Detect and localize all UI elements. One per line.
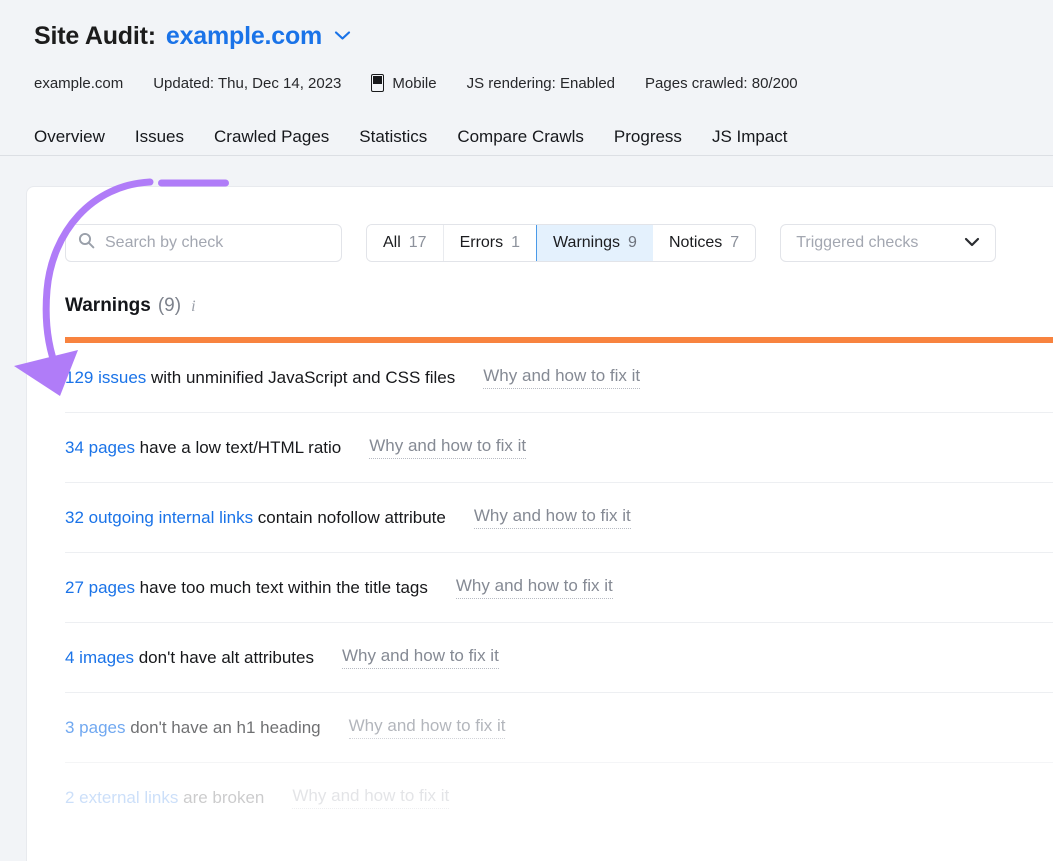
search-by-check-box[interactable] xyxy=(65,224,342,262)
filter-errors[interactable]: Errors 1 xyxy=(444,225,537,261)
issue-description: 129 issues with unminified JavaScript an… xyxy=(65,368,455,388)
tab-issues[interactable]: Issues xyxy=(135,127,184,155)
issue-rest: are broken xyxy=(178,788,264,807)
issue-count-link[interactable]: 34 pages xyxy=(65,438,135,457)
site-audit-page: Site Audit: example.com example.com Upda… xyxy=(0,0,1053,861)
chevron-down-icon xyxy=(964,234,980,252)
filter-all-count: 17 xyxy=(409,234,427,252)
tab-progress[interactable]: Progress xyxy=(614,127,682,155)
meta-updated: Updated: Thu, Dec 14, 2023 xyxy=(153,75,341,92)
tab-compare-crawls[interactable]: Compare Crawls xyxy=(457,127,584,155)
issue-rest: don't have an h1 heading xyxy=(126,718,321,737)
why-and-how-to-fix-it-link[interactable]: Why and how to fix it xyxy=(342,646,499,669)
section-count: (9) xyxy=(158,295,181,317)
search-icon xyxy=(78,232,95,254)
triggered-checks-label: Triggered checks xyxy=(796,234,918,252)
main-tabs: Overview Issues Crawled Pages Statistics… xyxy=(0,121,1053,156)
table-row[interactable]: 32 outgoing internal links contain nofol… xyxy=(65,483,1053,553)
table-row[interactable]: 4 images don't have alt attributes Why a… xyxy=(65,623,1053,693)
page-title-label: Site Audit: xyxy=(34,22,156,51)
why-and-how-to-fix-it-link[interactable]: Why and how to fix it xyxy=(292,786,449,809)
issue-count-link[interactable]: 27 pages xyxy=(65,578,135,597)
tab-crawled-pages[interactable]: Crawled Pages xyxy=(214,127,329,155)
filter-errors-label: Errors xyxy=(460,234,504,252)
page-title: Site Audit: example.com xyxy=(34,22,1053,58)
section-title: Warnings xyxy=(65,295,151,317)
issues-list: 129 issues with unminified JavaScript an… xyxy=(65,343,1053,833)
table-row[interactable]: 2 external links are broken Why and how … xyxy=(65,763,1053,833)
meta-device: Mobile xyxy=(371,74,436,92)
triggered-checks-dropdown[interactable]: Triggered checks xyxy=(780,224,996,262)
issue-rest: have a low text/HTML ratio xyxy=(135,438,341,457)
filter-warnings[interactable]: Warnings 9 xyxy=(536,224,654,262)
issue-description: 2 external links are broken xyxy=(65,788,264,808)
issue-description: 27 pages have too much text within the t… xyxy=(65,578,428,598)
search-input[interactable] xyxy=(105,234,329,252)
page-header: Site Audit: example.com example.com Upda… xyxy=(0,0,1053,92)
issue-count-link[interactable]: 2 external links xyxy=(65,788,178,807)
filter-warnings-label: Warnings xyxy=(553,234,620,252)
why-and-how-to-fix-it-link[interactable]: Why and how to fix it xyxy=(349,716,506,739)
filter-notices[interactable]: Notices 7 xyxy=(653,225,755,261)
issue-count-link[interactable]: 4 images xyxy=(65,648,134,667)
why-and-how-to-fix-it-link[interactable]: Why and how to fix it xyxy=(369,436,526,459)
issue-count-link[interactable]: 3 pages xyxy=(65,718,126,737)
issue-description: 34 pages have a low text/HTML ratio xyxy=(65,438,341,458)
mobile-device-icon xyxy=(371,74,384,92)
issue-count-link[interactable]: 129 issues xyxy=(65,368,146,387)
issues-toolbar: All 17 Errors 1 Warnings 9 Notices 7 Tri… xyxy=(27,187,1053,262)
table-row[interactable]: 129 issues with unminified JavaScript an… xyxy=(65,343,1053,413)
info-icon[interactable]: i xyxy=(191,298,195,316)
issue-rest: don't have alt attributes xyxy=(134,648,314,667)
meta-device-label: Mobile xyxy=(392,75,436,92)
tab-statistics[interactable]: Statistics xyxy=(359,127,427,155)
issue-rest: have too much text within the title tags xyxy=(135,578,428,597)
tab-js-impact[interactable]: JS Impact xyxy=(712,127,788,155)
filter-all-label: All xyxy=(383,234,401,252)
filter-warnings-count: 9 xyxy=(628,234,637,252)
issue-rest: contain nofollow attribute xyxy=(253,508,446,527)
why-and-how-to-fix-it-link[interactable]: Why and how to fix it xyxy=(456,576,613,599)
issue-count-link[interactable]: 32 outgoing internal links xyxy=(65,508,253,527)
filter-errors-count: 1 xyxy=(511,234,520,252)
table-row[interactable]: 3 pages don't have an h1 heading Why and… xyxy=(65,693,1053,763)
chevron-down-icon[interactable] xyxy=(334,28,351,46)
section-heading: Warnings (9) i xyxy=(27,295,1053,317)
issue-description: 4 images don't have alt attributes xyxy=(65,648,314,668)
tab-overview[interactable]: Overview xyxy=(34,127,105,155)
project-domain-link[interactable]: example.com xyxy=(166,22,322,51)
issue-rest: with unminified JavaScript and CSS files xyxy=(146,368,455,387)
meta-js-rendering: JS rendering: Enabled xyxy=(467,75,615,92)
why-and-how-to-fix-it-link[interactable]: Why and how to fix it xyxy=(474,506,631,529)
table-row[interactable]: 34 pages have a low text/HTML ratio Why … xyxy=(65,413,1053,483)
issue-description: 3 pages don't have an h1 heading xyxy=(65,718,321,738)
table-row[interactable]: 27 pages have too much text within the t… xyxy=(65,553,1053,623)
filter-notices-count: 7 xyxy=(730,234,739,252)
filter-all[interactable]: All 17 xyxy=(367,225,444,261)
meta-site: example.com xyxy=(34,75,123,92)
project-meta: example.com Updated: Thu, Dec 14, 2023 M… xyxy=(34,74,1053,92)
issues-panel: All 17 Errors 1 Warnings 9 Notices 7 Tri… xyxy=(26,186,1053,861)
why-and-how-to-fix-it-link[interactable]: Why and how to fix it xyxy=(483,366,640,389)
filter-notices-label: Notices xyxy=(669,234,722,252)
issue-description: 32 outgoing internal links contain nofol… xyxy=(65,508,446,528)
severity-filter-group: All 17 Errors 1 Warnings 9 Notices 7 xyxy=(366,224,756,262)
meta-pages-crawled: Pages crawled: 80/200 xyxy=(645,75,798,92)
